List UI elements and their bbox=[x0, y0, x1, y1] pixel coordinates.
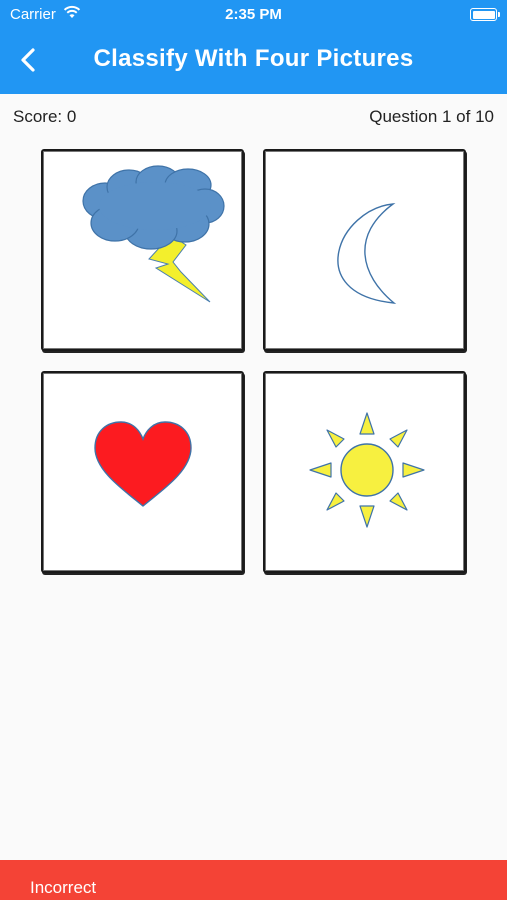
question-counter: Question 1 of 10 bbox=[369, 107, 494, 126]
battery-icon bbox=[470, 8, 500, 21]
picture-tile-heart[interactable] bbox=[41, 371, 244, 573]
page-title: Classify With Four Pictures bbox=[93, 45, 414, 72]
storm-cloud-icon bbox=[82, 165, 225, 303]
heart-icon bbox=[94, 421, 192, 507]
picture-tile-storm-cloud[interactable] bbox=[41, 149, 244, 351]
clock: 2:35 PM bbox=[225, 6, 282, 23]
app-bar: Carrier 2:35 PM Classify With Four Pictu… bbox=[0, 0, 507, 94]
picture-tile-sun[interactable] bbox=[263, 371, 466, 573]
feedback-text: Incorrect bbox=[30, 878, 97, 897]
status-bar: Carrier 2:35 PM bbox=[0, 0, 507, 28]
chevron-left-icon bbox=[21, 48, 35, 72]
crescent-moon-icon bbox=[337, 203, 397, 304]
picture-tile-moon[interactable] bbox=[263, 149, 466, 351]
back-button[interactable] bbox=[14, 44, 44, 76]
picture-grid bbox=[41, 149, 467, 573]
feedback-banner: Incorrect bbox=[0, 860, 507, 900]
sun-icon bbox=[309, 412, 425, 528]
score-label: Score: 0 bbox=[13, 107, 77, 126]
